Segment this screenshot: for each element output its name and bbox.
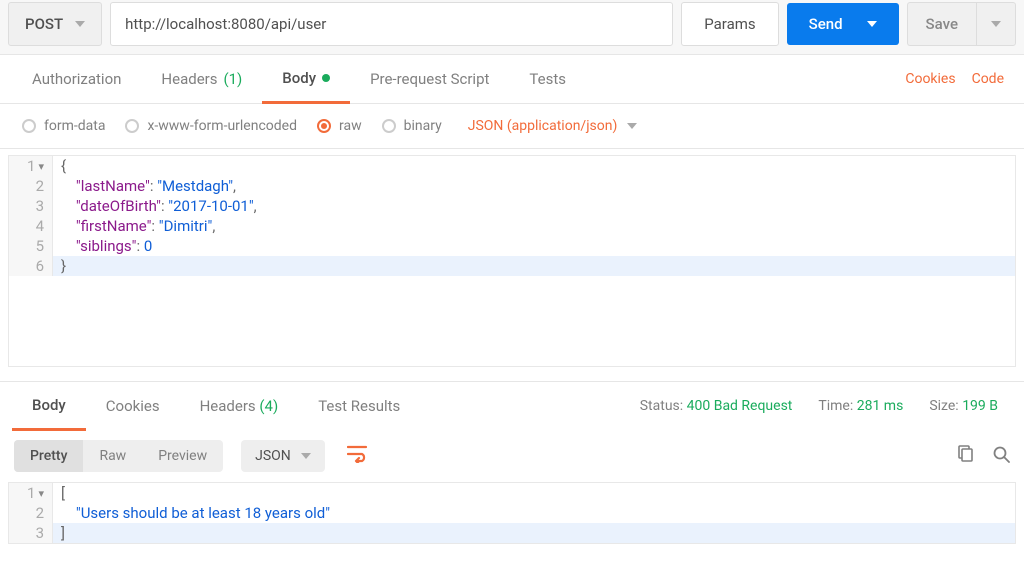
- wrap-lines-icon[interactable]: [347, 444, 369, 468]
- send-label: Send: [809, 15, 843, 33]
- chevron-down-icon: [75, 21, 85, 27]
- code-line[interactable]: 3]: [9, 523, 1015, 543]
- radio-icon: [22, 119, 36, 133]
- chevron-down-icon: [627, 123, 637, 129]
- code-content: {: [53, 157, 66, 175]
- response-format-label: JSON: [255, 448, 291, 464]
- body-type-row: form-data x-www-form-urlencoded raw bina…: [0, 104, 1024, 149]
- code-content: ]: [53, 524, 65, 542]
- code-line[interactable]: 2 "Users should be at least 18 years old…: [9, 503, 1015, 523]
- view-raw[interactable]: Raw: [83, 440, 142, 472]
- response-body-editor[interactable]: 1▾[2 "Users should be at least 18 years …: [8, 482, 1016, 544]
- content-type-dropdown[interactable]: JSON (application/json): [468, 118, 638, 134]
- response-format-dropdown[interactable]: JSON: [241, 440, 325, 472]
- tab-prerequest[interactable]: Pre-request Script: [350, 56, 509, 102]
- radio-icon: [317, 119, 331, 133]
- radio-label: x-www-form-urlencoded: [147, 118, 297, 134]
- chevron-down-icon: [991, 21, 1001, 27]
- code-line[interactable]: 4 "firstName": "Dimitri",: [9, 216, 1015, 236]
- resp-tab-body[interactable]: Body: [12, 382, 86, 431]
- code-line[interactable]: 2 "lastName": "Mestdagh",: [9, 176, 1015, 196]
- view-pretty[interactable]: Pretty: [14, 440, 83, 472]
- modified-dot-icon: [322, 74, 330, 82]
- save-options-button[interactable]: [976, 2, 1016, 46]
- code-line[interactable]: 1▾{: [9, 156, 1015, 176]
- url-input[interactable]: [110, 2, 673, 46]
- code-content: "firstName": "Dimitri",: [53, 217, 215, 235]
- radio-binary[interactable]: binary: [382, 118, 442, 134]
- time-value: 281 ms: [857, 398, 904, 414]
- save-button[interactable]: Save: [907, 2, 976, 46]
- line-number: 1▾: [9, 483, 53, 503]
- resp-tab-headers[interactable]: Headers (4): [180, 383, 299, 429]
- resp-tab-headers-label: Headers: [200, 397, 256, 415]
- send-button[interactable]: Send: [787, 3, 899, 45]
- line-number: 2: [9, 503, 53, 523]
- params-button[interactable]: Params: [681, 2, 778, 46]
- request-body-editor[interactable]: 1▾{2 "lastName": "Mestdagh",3 "dateOfBir…: [8, 155, 1016, 367]
- content-type-label: JSON (application/json): [468, 118, 618, 134]
- resp-tab-headers-count: (4): [259, 397, 278, 415]
- tab-body-label: Body: [282, 69, 316, 87]
- request-top-bar: POST Params Send Save: [0, 0, 1024, 55]
- save-group: Save: [907, 2, 1016, 46]
- line-number: 3: [9, 196, 53, 216]
- radio-form-data[interactable]: form-data: [22, 118, 105, 134]
- radio-raw[interactable]: raw: [317, 118, 362, 134]
- code-content: "lastName": "Mestdagh",: [53, 177, 236, 195]
- chevron-down-icon: [301, 453, 311, 459]
- cookies-link[interactable]: Cookies: [897, 57, 963, 101]
- tab-tests[interactable]: Tests: [509, 56, 586, 102]
- line-number: 5: [9, 236, 53, 256]
- response-format-bar: Pretty Raw Preview JSON: [0, 430, 1024, 482]
- line-number: 4: [9, 216, 53, 236]
- radio-urlencoded[interactable]: x-www-form-urlencoded: [125, 118, 297, 134]
- radio-label: raw: [339, 118, 362, 134]
- code-line[interactable]: 6}: [9, 256, 1015, 276]
- request-tabs: Authorization Headers (1) Body Pre-reque…: [0, 55, 1024, 104]
- response-tabs: Body Cookies Headers (4) Test Results St…: [0, 381, 1024, 430]
- code-content: }: [53, 257, 66, 275]
- status-label: Status:: [640, 398, 683, 414]
- response-actions: [956, 445, 1010, 467]
- code-line[interactable]: 1▾[: [9, 483, 1015, 503]
- http-method-select[interactable]: POST: [8, 2, 102, 46]
- code-link[interactable]: Code: [964, 57, 1012, 101]
- line-number: 2: [9, 176, 53, 196]
- code-content: "dateOfBirth": "2017-10-01",: [53, 197, 257, 215]
- view-mode-group: Pretty Raw Preview: [14, 440, 223, 472]
- line-number: 6: [9, 256, 53, 276]
- resp-tab-cookies[interactable]: Cookies: [86, 383, 180, 429]
- tab-authorization[interactable]: Authorization: [12, 56, 141, 102]
- radio-label: binary: [404, 118, 442, 134]
- radio-icon: [125, 119, 139, 133]
- radio-label: form-data: [44, 118, 105, 134]
- code-line[interactable]: 5 "siblings": 0: [9, 236, 1015, 256]
- tab-body[interactable]: Body: [262, 55, 350, 104]
- http-method-label: POST: [25, 15, 63, 33]
- code-line[interactable]: 3 "dateOfBirth": "2017-10-01",: [9, 196, 1015, 216]
- tab-headers-count: (1): [223, 70, 242, 88]
- response-meta: Status: 400 Bad Request Time: 281 ms Siz…: [640, 398, 1012, 414]
- size-label: Size:: [929, 398, 958, 414]
- tab-headers-label: Headers: [161, 70, 217, 88]
- tab-headers[interactable]: Headers (1): [141, 56, 262, 102]
- line-number: 3: [9, 523, 53, 543]
- chevron-down-icon: [867, 21, 877, 27]
- line-number: 1▾: [9, 156, 53, 176]
- status-value: 400 Bad Request: [687, 398, 793, 414]
- code-content: [: [53, 484, 65, 502]
- code-content: "siblings": 0: [53, 237, 152, 255]
- size-value: 199 B: [962, 398, 998, 414]
- radio-icon: [382, 119, 396, 133]
- copy-icon[interactable]: [956, 445, 974, 467]
- time-label: Time:: [818, 398, 853, 414]
- code-content: "Users should be at least 18 years old": [53, 504, 330, 522]
- search-icon[interactable]: [992, 445, 1010, 467]
- resp-tab-test-results[interactable]: Test Results: [298, 383, 420, 429]
- view-preview[interactable]: Preview: [142, 440, 223, 472]
